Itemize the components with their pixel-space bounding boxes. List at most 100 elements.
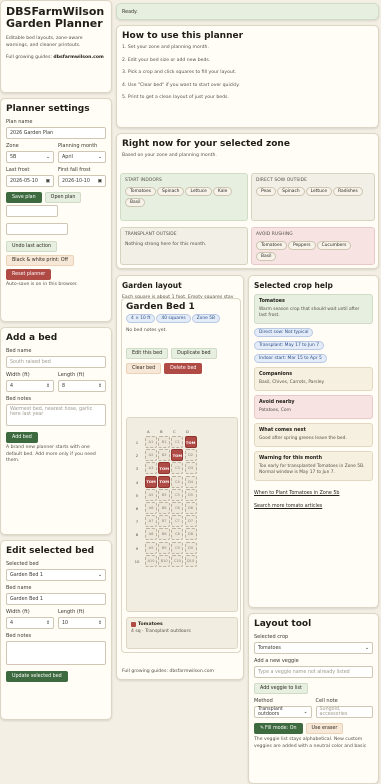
- grid-cell[interactable]: D4: [184, 475, 197, 488]
- grid-cell[interactable]: B7: [158, 515, 171, 528]
- undo-button[interactable]: Undo last action: [6, 241, 57, 252]
- grid-cell[interactable]: C1: [171, 436, 184, 448]
- grid-cell[interactable]: C6: [171, 501, 184, 514]
- grid-cell[interactable]: TOM: [158, 462, 171, 475]
- grid-cell[interactable]: A5: [145, 488, 157, 501]
- grid-cell[interactable]: A6: [145, 501, 157, 514]
- length-input[interactable]: 8 ⇕: [58, 380, 106, 392]
- stepper-icon[interactable]: ⇕: [98, 621, 102, 626]
- grid-cell[interactable]: D9: [184, 541, 197, 554]
- edit-length-input[interactable]: 10 ⇕: [58, 617, 106, 629]
- search-articles-link[interactable]: Search more tomato articles: [254, 504, 322, 509]
- edit-width-input[interactable]: 4 ⇕: [6, 617, 54, 629]
- grid-cell[interactable]: C8: [171, 528, 184, 541]
- width-value: 4: [10, 383, 14, 389]
- delete-bed-button[interactable]: Delete bed: [164, 362, 203, 374]
- layout-tool-footer: The veggie list stays alphabetical. New …: [254, 737, 367, 749]
- grid-row-header: 4: [135, 479, 139, 485]
- grid-column-header: B: [160, 429, 163, 434]
- direct-sow-badge: Direct sow: Not typical: [254, 328, 314, 337]
- stepper-icon[interactable]: ⇕: [98, 384, 102, 389]
- save-plan-button[interactable]: Save plan: [6, 192, 42, 203]
- grid-cell[interactable]: A10: [145, 554, 157, 567]
- grid-cell[interactable]: TOM: [158, 475, 171, 488]
- grid-cell[interactable]: B5: [158, 488, 171, 501]
- now-title: Right now for your selected zone: [122, 139, 290, 149]
- month-select[interactable]: April ⌄: [58, 151, 106, 163]
- grid-cell[interactable]: D2: [184, 449, 197, 462]
- grid-cell[interactable]: D6: [184, 501, 197, 514]
- add-veggie-input[interactable]: Type a veggie name not already listed: [254, 666, 373, 678]
- fill-mode-toggle[interactable]: ✎ Fill mode: On: [254, 723, 303, 734]
- bw-print-toggle[interactable]: Black & white print: Off: [6, 255, 74, 266]
- companions-title: Companions: [259, 372, 293, 377]
- plan-file-field[interactable]: [6, 205, 58, 217]
- plan-name-input[interactable]: 2026 Garden Plan: [6, 127, 106, 139]
- layout-tool-card: Layout tool Selected crop Tomatoes ⌄ Add …: [248, 613, 379, 784]
- clear-bed-button[interactable]: Clear bed: [126, 362, 162, 374]
- calendar-icon[interactable]: ▣: [45, 179, 50, 184]
- update-bed-button[interactable]: Update selected bed: [6, 671, 68, 682]
- howto-step: 1. Set your zone and planning month.: [122, 45, 209, 50]
- stepper-icon[interactable]: ⇕: [46, 621, 50, 626]
- guides-link[interactable]: dbsfarmwilson.com: [53, 55, 103, 60]
- grid-cell[interactable]: C3: [171, 462, 184, 475]
- grid-cell[interactable]: D8: [184, 528, 197, 541]
- grid-cell[interactable]: C9: [171, 541, 184, 554]
- grid-cell[interactable]: A8: [145, 528, 157, 541]
- bed-grid: A1 B1 C1 TOM A2 B2 TOM D2 A3 TOM C3 D3 TOM TOM C4 D4 A5 B…: [145, 436, 197, 567]
- grid-cell[interactable]: B9: [158, 541, 171, 554]
- grid-cell[interactable]: B2: [158, 449, 171, 462]
- selected-crop-select[interactable]: Tomatoes ⌄: [254, 642, 373, 654]
- grid-cell[interactable]: D5: [184, 488, 197, 501]
- open-plan-button[interactable]: Open plan: [44, 192, 82, 203]
- plan-extra-field[interactable]: [6, 223, 68, 235]
- eraser-button[interactable]: Use eraser: [305, 723, 344, 734]
- zone-article-link[interactable]: When to Plant Tomatoes in Zone 5b: [254, 491, 339, 496]
- add-veggie-button[interactable]: Add veggie to list: [254, 683, 308, 694]
- cell-note-input[interactable]: Sungold, accessories: [315, 706, 373, 718]
- grid-cell[interactable]: A9: [145, 541, 157, 554]
- grid-cell[interactable]: C4: [171, 475, 184, 488]
- edit-bed-name-value: Garden Bed 1: [10, 596, 43, 602]
- edit-bed-name-input[interactable]: Garden Bed 1: [6, 593, 106, 605]
- bed-name-input[interactable]: South raised bed: [6, 356, 106, 368]
- method-select[interactable]: Transplant outdoors ⌄: [254, 706, 312, 718]
- last-frost-input[interactable]: 2026-05-10 ▣: [6, 175, 54, 187]
- duplicate-bed-button[interactable]: Duplicate bed: [171, 347, 217, 359]
- bed-title: Garden Bed 1: [126, 302, 195, 312]
- grid-cell[interactable]: C5: [171, 488, 184, 501]
- grid-cell[interactable]: A2: [145, 449, 157, 462]
- grid-cell[interactable]: B10: [158, 554, 171, 567]
- grid-cell[interactable]: B8: [158, 528, 171, 541]
- grid-cell[interactable]: A7: [145, 515, 157, 528]
- crop-help-card: Selected crop help Tomatoes Warm season …: [248, 275, 379, 608]
- zone-select[interactable]: 5B ⌄: [6, 151, 54, 163]
- first-frost-input[interactable]: 2026-10-10 ▣: [58, 175, 106, 187]
- edit-bed-button[interactable]: Edit this bed: [126, 347, 169, 359]
- grid-cell[interactable]: A3: [145, 462, 157, 475]
- reset-planner-button[interactable]: Reset planner: [6, 269, 52, 280]
- grid-cell[interactable]: C10: [171, 554, 184, 567]
- edit-notes-textarea[interactable]: [6, 641, 106, 665]
- grid-cell[interactable]: D7: [184, 515, 197, 528]
- howto-step: 5. Print to get a clean layout of just y…: [122, 95, 229, 100]
- grid-cell[interactable]: D10: [184, 554, 197, 567]
- edit-length-label: Length (ft): [58, 609, 85, 615]
- legend-detail: 4 sq · Transplant outdoors: [131, 629, 191, 634]
- grid-cell[interactable]: B1: [158, 436, 171, 448]
- grid-cell[interactable]: TOM: [171, 449, 184, 462]
- indoor-start-badge: Indoor start: Mar 15 to Apr 5: [254, 354, 327, 363]
- grid-cell[interactable]: B6: [158, 501, 171, 514]
- width-input[interactable]: 4 ⇕: [6, 380, 54, 392]
- selected-bed-select[interactable]: Garden Bed 1 ⌄: [6, 569, 106, 581]
- grid-cell[interactable]: TOM: [145, 475, 157, 488]
- grid-cell[interactable]: C7: [171, 515, 184, 528]
- calendar-icon[interactable]: ▣: [97, 179, 102, 184]
- add-bed-button[interactable]: Add bed: [6, 432, 38, 443]
- grid-cell[interactable]: TOM: [184, 436, 197, 448]
- grid-cell[interactable]: A1: [145, 436, 157, 448]
- stepper-icon[interactable]: ⇕: [46, 384, 50, 389]
- bed-notes-textarea[interactable]: Warmest bed, nearest hose, garlic here l…: [6, 404, 106, 426]
- grid-cell[interactable]: D3: [184, 462, 197, 475]
